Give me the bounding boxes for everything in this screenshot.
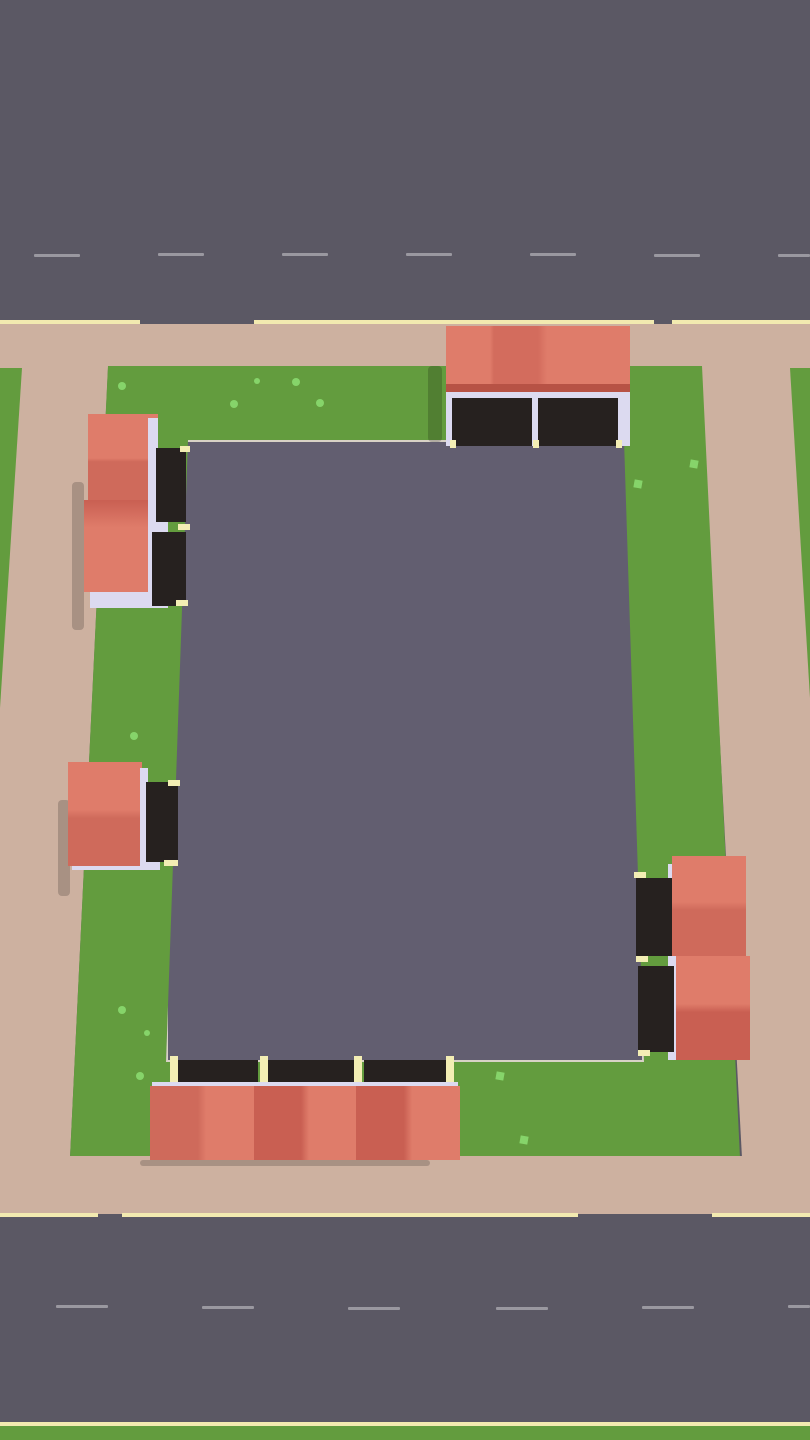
bottom-grass-strip	[0, 1426, 810, 1440]
garage-door	[146, 782, 178, 862]
garage-door	[638, 966, 674, 1052]
garage-roof	[538, 326, 630, 392]
grass-tuft	[519, 1135, 529, 1145]
bottom-road	[0, 1217, 810, 1423]
garage-group-left-middle[interactable]	[58, 760, 182, 896]
garage-door-post	[168, 780, 180, 786]
grass-tuft	[118, 382, 126, 390]
garage-door-post	[446, 1056, 454, 1084]
lane-dash	[202, 1306, 254, 1309]
garage-roof	[676, 956, 750, 1060]
garage-door	[156, 448, 186, 522]
garage-door-post	[450, 440, 456, 448]
garage-door-post	[178, 524, 190, 530]
garage-door	[538, 398, 618, 446]
grass-tuft	[633, 479, 643, 489]
garage-roof	[68, 762, 142, 866]
garage-door-post	[176, 600, 188, 606]
grass-tuft	[689, 459, 699, 469]
lane-dash	[158, 253, 204, 256]
garage-group-right-lower[interactable]	[632, 854, 754, 1064]
lane-dash	[348, 1307, 400, 1310]
garage-door-post	[638, 1050, 650, 1056]
lane-dash	[778, 254, 810, 257]
lane-dash	[642, 1306, 694, 1309]
garage-roof	[84, 500, 156, 592]
top-sidewalk	[0, 324, 810, 368]
lane-dash	[406, 253, 452, 256]
garage-door	[636, 878, 672, 956]
garage-shadow	[72, 482, 84, 630]
grass-tuft	[130, 732, 138, 740]
garage-door-post	[636, 956, 648, 962]
garage-door-post	[354, 1056, 362, 1084]
garage-shadow	[140, 1160, 430, 1166]
garage-roof	[150, 1086, 254, 1160]
grass-tuft	[136, 1072, 144, 1080]
garage-door-post	[180, 446, 190, 452]
lane-dash	[788, 1305, 810, 1308]
parking-lot-surface	[166, 440, 644, 1062]
roof-shade	[446, 384, 630, 392]
garage-roof	[356, 1086, 460, 1160]
lane-dash	[282, 253, 328, 256]
grass-tuft	[254, 378, 260, 384]
grass-tuft	[316, 399, 324, 407]
garage-door-post	[260, 1056, 268, 1084]
top-road	[0, 0, 810, 322]
lane-dash	[496, 1307, 548, 1310]
grass-tuft	[495, 1071, 505, 1081]
garage-roof	[446, 326, 538, 392]
garage-roof	[672, 856, 746, 956]
garage-door-post	[533, 440, 539, 448]
garage-door-post	[616, 440, 622, 448]
grass-tuft	[144, 1030, 150, 1036]
garage-door-post	[634, 872, 646, 878]
garage-roof	[254, 1086, 356, 1160]
garage-door	[152, 532, 186, 606]
garage-group-left-upper[interactable]	[72, 412, 190, 630]
grass-tuft	[230, 400, 238, 408]
grass-tuft	[292, 378, 300, 386]
lane-dash	[530, 253, 576, 256]
garage-shadow	[428, 366, 442, 442]
garage-door	[452, 398, 532, 446]
garage-group-bottom[interactable]	[140, 1054, 464, 1166]
garage-door-post	[164, 860, 178, 866]
garage-group-top[interactable]	[428, 326, 636, 448]
lane-dash	[654, 254, 700, 257]
garage-door-post	[170, 1056, 178, 1084]
lane-dash	[34, 254, 80, 257]
grass-tuft	[118, 1006, 126, 1014]
game-scene	[0, 0, 810, 1440]
lane-dash	[56, 1305, 108, 1308]
